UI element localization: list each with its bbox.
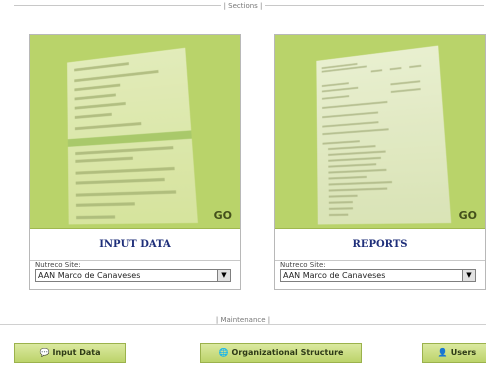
- site-select[interactable]: AAN Marco de Canaveses ▼: [35, 269, 231, 282]
- reports-title[interactable]: REPORTS: [275, 230, 485, 261]
- go-label[interactable]: GO: [459, 209, 477, 222]
- input-data-card: GO INPUT DATA Nutreco Site: AAN Marco de…: [29, 34, 241, 290]
- site-select[interactable]: AAN Marco de Canaveses ▼: [280, 269, 476, 282]
- sections-label: | Sections |: [0, 2, 486, 10]
- users-button[interactable]: 👤 Users: [422, 343, 486, 363]
- maintenance-divider: [0, 324, 486, 325]
- site-select-value: AAN Marco de Canaveses: [38, 271, 141, 280]
- chevron-down-icon[interactable]: ▼: [217, 270, 230, 281]
- organizational-structure-button[interactable]: 🌐 Organizational Structure: [200, 343, 362, 363]
- form-preview-image: [67, 47, 198, 225]
- reports-go-image[interactable]: GO: [275, 35, 485, 229]
- users-button-label: Users: [450, 348, 477, 357]
- maintenance-label: | Maintenance |: [0, 316, 486, 324]
- input-data-button[interactable]: 💬 Input Data: [14, 343, 126, 363]
- speech-bubble-icon: 💬: [39, 348, 50, 357]
- report-preview-image: [316, 45, 452, 225]
- input-data-title[interactable]: INPUT DATA: [30, 230, 240, 261]
- chevron-down-icon[interactable]: ▼: [462, 270, 475, 281]
- go-label[interactable]: GO: [214, 209, 232, 222]
- input-data-button-label: Input Data: [52, 348, 101, 357]
- reports-card: GO REPORTS Nutreco Site: AAN Marco de Ca…: [274, 34, 486, 290]
- site-label: Nutreco Site:: [35, 261, 81, 269]
- organizational-structure-button-label: Organizational Structure: [231, 348, 344, 357]
- input-data-go-image[interactable]: GO: [30, 35, 240, 229]
- users-icon: 👤: [437, 348, 448, 357]
- site-label: Nutreco Site:: [280, 261, 326, 269]
- site-select-value: AAN Marco de Canaveses: [283, 271, 386, 280]
- globe-icon: 🌐: [218, 348, 229, 357]
